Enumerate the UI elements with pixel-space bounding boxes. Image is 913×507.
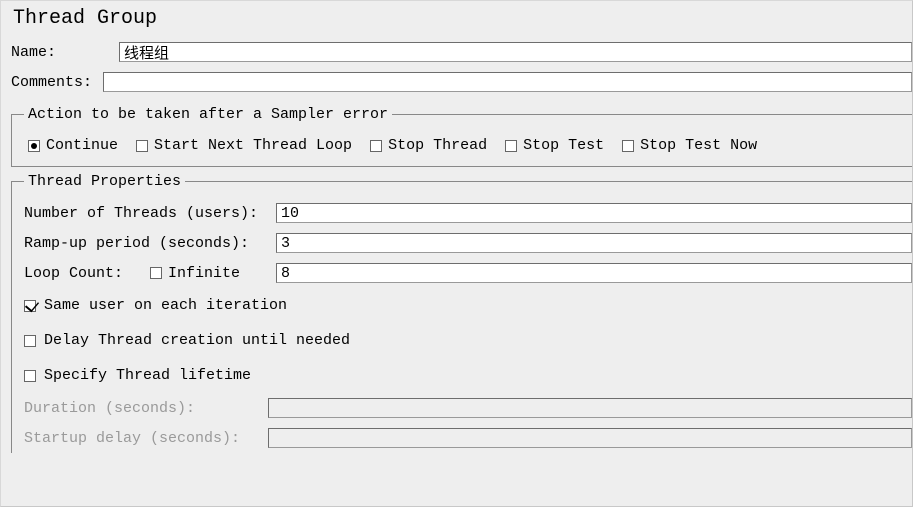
name-row: Name: [11, 40, 912, 70]
thread-properties-group: Thread Properties Number of Threads (use… [11, 173, 912, 453]
checkbox-icon [24, 370, 36, 382]
ramp-up-row: Ramp-up period (seconds): [24, 228, 912, 258]
comments-input[interactable] [103, 72, 912, 92]
num-threads-input[interactable] [276, 203, 912, 223]
num-threads-row: Number of Threads (users): [24, 198, 912, 228]
checkbox-icon [150, 267, 162, 279]
thread-group-panel: Thread Group Name: Comments: Action to b… [0, 0, 913, 507]
sampler-error-group: Action to be taken after a Sampler error… [11, 106, 912, 167]
radio-dot-icon [136, 140, 148, 152]
loop-infinite-label: Infinite [168, 265, 240, 282]
radio-dot-icon [622, 140, 634, 152]
radio-dot-icon [505, 140, 517, 152]
startup-delay-label: Startup delay (seconds): [24, 430, 268, 447]
loop-count-input[interactable] [276, 263, 912, 283]
delay-creation-checkbox[interactable]: Delay Thread creation until needed [24, 323, 912, 358]
checkbox-icon [24, 300, 36, 312]
radio-continue-label: Continue [46, 137, 118, 154]
same-user-label: Same user on each iteration [44, 297, 287, 314]
name-input[interactable] [119, 42, 912, 62]
specify-lifetime-checkbox[interactable]: Specify Thread lifetime [24, 358, 912, 393]
loop-count-row: Loop Count: Infinite [24, 258, 912, 288]
loop-count-label: Loop Count: [24, 265, 150, 282]
radio-start-next[interactable]: Start Next Thread Loop [136, 137, 352, 154]
radio-dot-icon [370, 140, 382, 152]
radio-stop-test[interactable]: Stop Test [505, 137, 604, 154]
radio-continue[interactable]: Continue [28, 137, 118, 154]
name-label: Name: [11, 44, 119, 61]
radio-stop-thread-label: Stop Thread [388, 137, 487, 154]
sampler-error-legend: Action to be taken after a Sampler error [24, 106, 392, 123]
specify-lifetime-label: Specify Thread lifetime [44, 367, 251, 384]
radio-stop-thread[interactable]: Stop Thread [370, 137, 487, 154]
radio-start-next-label: Start Next Thread Loop [154, 137, 352, 154]
duration-label: Duration (seconds): [24, 400, 268, 417]
delay-creation-label: Delay Thread creation until needed [44, 332, 350, 349]
ramp-up-label: Ramp-up period (seconds): [24, 235, 276, 252]
startup-delay-input [268, 428, 912, 448]
checkbox-icon [24, 335, 36, 347]
same-user-checkbox[interactable]: Same user on each iteration [24, 288, 912, 323]
loop-infinite-checkbox[interactable]: Infinite [150, 265, 276, 282]
comments-label: Comments: [11, 74, 103, 91]
radio-stop-test-label: Stop Test [523, 137, 604, 154]
duration-input [268, 398, 912, 418]
ramp-up-input[interactable] [276, 233, 912, 253]
radio-stop-test-now-label: Stop Test Now [640, 137, 757, 154]
sampler-error-radios: Continue Start Next Thread Loop Stop Thr… [24, 131, 912, 164]
startup-delay-row: Startup delay (seconds): [24, 423, 912, 453]
num-threads-label: Number of Threads (users): [24, 205, 276, 222]
comments-row: Comments: [11, 70, 912, 100]
thread-properties-legend: Thread Properties [24, 173, 185, 190]
duration-row: Duration (seconds): [24, 393, 912, 423]
radio-dot-icon [28, 140, 40, 152]
radio-stop-test-now[interactable]: Stop Test Now [622, 137, 757, 154]
panel-title: Thread Group [11, 5, 912, 40]
